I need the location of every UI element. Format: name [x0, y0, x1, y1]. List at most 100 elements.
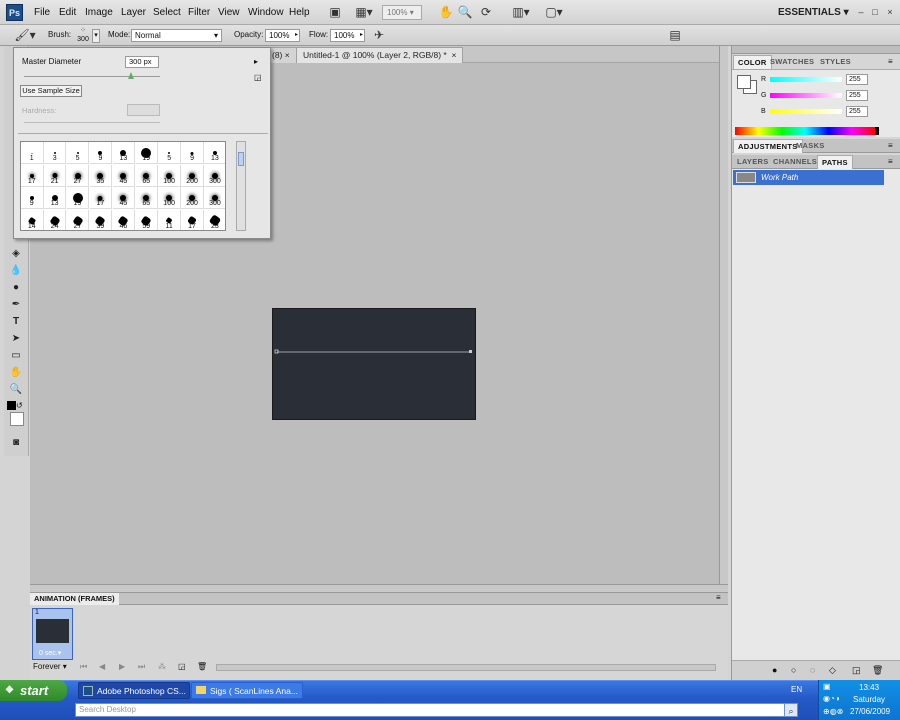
tween-button[interactable]: ⁂	[158, 662, 166, 671]
brush-preset[interactable]: 1	[21, 142, 44, 164]
language-indicator[interactable]: EN	[791, 685, 802, 694]
play-button[interactable]: ▶	[119, 662, 125, 671]
animation-frame-1[interactable]: 1 0 sec.▾	[32, 608, 73, 660]
panel-menu-icon[interactable]: ≡	[716, 593, 721, 602]
red-value-input[interactable]: 255	[846, 74, 868, 85]
task-photoshop[interactable]: Adobe Photoshop CS...	[78, 682, 190, 699]
desktop-search-input[interactable]: Search Desktop	[75, 703, 798, 717]
tab-close-icon[interactable]: ×	[451, 50, 456, 60]
new-preset-icon[interactable]: ◲	[254, 73, 262, 82]
brush-preset[interactable]: 24	[44, 209, 67, 230]
brush-preset[interactable]: 13	[112, 142, 136, 164]
rotate-view-icon[interactable]: ⟳	[478, 5, 494, 20]
background-color-swatch[interactable]	[737, 75, 751, 89]
foreground-color-swatch[interactable]	[7, 401, 16, 410]
brush-preset[interactable]: 19	[135, 142, 158, 164]
animation-title[interactable]: ANIMATION (FRAMES)	[30, 593, 119, 605]
vertical-scrollbar[interactable]	[719, 46, 728, 584]
black-swatch[interactable]	[875, 127, 879, 135]
brush-preset[interactable]: 200	[181, 164, 204, 187]
menu-select[interactable]: Select	[153, 7, 181, 18]
animation-scrollbar[interactable]	[216, 664, 716, 671]
tab-swatches[interactable]: SWATCHES	[766, 55, 818, 69]
new-path-icon[interactable]: ◲	[852, 665, 861, 676]
close-button[interactable]: ×	[884, 6, 896, 18]
brush-preset[interactable]: 13	[43, 187, 67, 209]
brush-preset[interactable]: 17	[181, 209, 204, 230]
panel-menu-icon[interactable]: ≡	[888, 57, 893, 66]
brush-size-preview[interactable]: ⁘ 300	[76, 26, 90, 44]
zoom-select[interactable]: 100% ▾	[382, 5, 422, 20]
brush-preset[interactable]: 65	[135, 187, 158, 209]
horizontal-scrollbar[interactable]	[30, 584, 728, 592]
rectangle-tool-icon[interactable]: ▭	[7, 348, 25, 363]
brush-preset[interactable]: 300	[204, 187, 225, 209]
airbrush-icon[interactable]: ✈	[371, 28, 387, 43]
menu-window[interactable]: Window	[248, 7, 284, 18]
tab-paths[interactable]: PATHS	[817, 155, 853, 169]
hand-tool-icon[interactable]: ✋	[7, 365, 25, 380]
loop-options-select[interactable]: Forever ▾	[33, 662, 67, 671]
pen-tool-icon[interactable]: ✒	[7, 297, 25, 312]
menu-image[interactable]: Image	[85, 7, 113, 18]
brush-preset[interactable]: 100	[158, 187, 181, 209]
network-icon[interactable]: ▣	[823, 682, 831, 691]
red-slider[interactable]	[770, 77, 842, 82]
hand-tool-icon[interactable]: ✋	[438, 5, 454, 20]
brush-preset[interactable]: 17	[21, 164, 44, 187]
swap-colors-icon[interactable]: ↺	[16, 401, 25, 410]
brush-preset[interactable]: 45	[112, 164, 136, 187]
brush-preset[interactable]: 46	[113, 209, 136, 230]
arrange-documents-icon[interactable]: ▥▾	[510, 5, 532, 20]
blur-tool-icon[interactable]: 💧	[7, 263, 25, 278]
brush-preset-icon[interactable]: 🖌▾	[14, 28, 36, 43]
brush-preset[interactable]: 5	[66, 142, 90, 164]
tray-icons-row2[interactable]: ⊕◍⊗	[823, 707, 843, 716]
panel-menu-icon[interactable]: ≡	[888, 157, 893, 166]
brush-preset[interactable]: 9	[89, 142, 113, 164]
duplicate-frame-button[interactable]: ◲	[178, 662, 186, 671]
menu-edit[interactable]: Edit	[59, 7, 76, 18]
tab-channels[interactable]: CHANNELS	[769, 155, 821, 169]
brush-preset[interactable]: 5	[158, 142, 181, 164]
search-icon[interactable]: ⌕	[784, 703, 798, 717]
brush-grid-scrollbar[interactable]	[236, 141, 246, 231]
view-extras-icon[interactable]: ▦▾	[353, 5, 375, 20]
color-spectrum-ramp[interactable]	[735, 127, 875, 135]
panel-menu-icon[interactable]: ≡	[888, 141, 893, 150]
master-diameter-slider[interactable]	[24, 76, 160, 77]
tab-untitled-1[interactable]: Untitled-1 @ 100% (Layer 2, RGB/8) * ×	[296, 47, 464, 63]
paint-bucket-tool-icon[interactable]: ◈	[7, 246, 25, 261]
blue-slider[interactable]	[770, 109, 842, 114]
menu-filter[interactable]: Filter	[188, 7, 210, 18]
tab-masks[interactable]: MASKS	[792, 139, 829, 153]
brush-preset[interactable]: 300	[204, 165, 225, 187]
frame-delay[interactable]: 0 sec.▾	[39, 649, 61, 657]
menu-help[interactable]: Help	[289, 7, 310, 18]
menu-file[interactable]: File	[34, 7, 50, 18]
brush-preset[interactable]: 14	[21, 209, 44, 230]
load-selection-icon[interactable]: ◌	[810, 665, 815, 675]
stroke-path-icon[interactable]: ○	[791, 665, 796, 675]
brush-preset[interactable]: 100	[158, 164, 181, 187]
master-diameter-input[interactable]: 300 px	[125, 56, 159, 68]
opacity-input[interactable]: 100% ▸	[265, 29, 300, 42]
restore-button[interactable]: □	[869, 6, 881, 18]
next-frame-button[interactable]: ⏭	[138, 662, 145, 672]
brush-preset[interactable]: 27	[66, 164, 90, 187]
brush-picker-arrow[interactable]: ▾	[92, 29, 100, 43]
tab-styles[interactable]: STYLES	[816, 55, 855, 69]
dodge-tool-icon[interactable]: ●	[7, 280, 25, 295]
minimize-button[interactable]: –	[855, 6, 867, 18]
brush-preset[interactable]: 3	[43, 142, 67, 164]
brush-preset[interactable]: 39	[90, 209, 113, 230]
brush-preset[interactable]: 59	[136, 209, 158, 230]
brush-preset[interactable]: 9	[181, 142, 204, 164]
brush-preset[interactable]: 11	[158, 209, 181, 230]
green-slider[interactable]	[770, 93, 842, 98]
first-frame-button[interactable]: ⏮	[80, 662, 87, 672]
brush-preset[interactable]: 23	[204, 210, 225, 231]
work-path-row[interactable]: Work Path	[733, 170, 884, 185]
fill-path-icon[interactable]: ●	[772, 665, 777, 675]
previous-frame-button[interactable]: ◀	[99, 662, 105, 671]
